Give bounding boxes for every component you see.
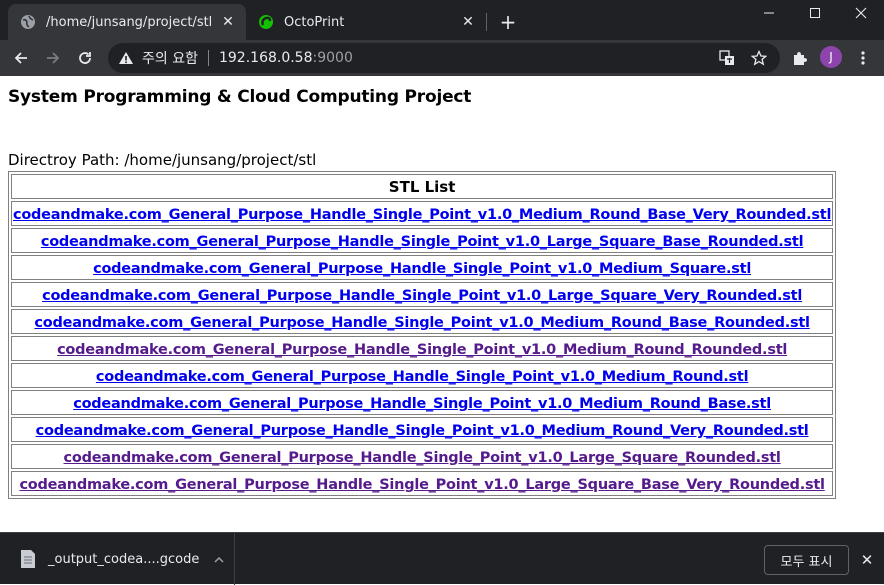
reload-icon[interactable] <box>72 45 98 71</box>
table-cell: codeandmake.com_General_Purpose_Handle_S… <box>11 201 834 226</box>
tab-title: OctoPrint <box>284 14 345 30</box>
stl-file-link[interactable]: codeandmake.com_General_Purpose_Handle_S… <box>93 261 751 277</box>
page-title: System Programming & Cloud Computing Pro… <box>8 87 472 107</box>
tab-octoprint[interactable]: OctoPrint ✕ <box>246 4 486 40</box>
stl-file-link[interactable]: codeandmake.com_General_Purpose_Handle_S… <box>64 450 781 466</box>
kebab-menu-icon[interactable] <box>852 47 874 69</box>
table-cell: codeandmake.com_General_Purpose_Handle_S… <box>11 363 834 388</box>
url-host: 192.168.0.58 <box>218 50 313 66</box>
stl-file-link[interactable]: codeandmake.com_General_Purpose_Handle_S… <box>13 207 831 223</box>
minimize-button[interactable] <box>746 0 792 26</box>
table-header: STL List <box>11 174 834 199</box>
translate-icon[interactable] <box>718 49 736 67</box>
show-all-button[interactable]: 모두 표시 <box>764 545 849 575</box>
warning-triangle-icon[interactable] <box>118 50 136 66</box>
arrow-left-icon[interactable] <box>8 45 34 71</box>
stl-file-link[interactable]: codeandmake.com_General_Purpose_Handle_S… <box>34 315 810 331</box>
table-row: codeandmake.com_General_Purpose_Handle_S… <box>11 336 834 361</box>
table-row: codeandmake.com_General_Purpose_Handle_S… <box>11 255 834 280</box>
table-row: codeandmake.com_General_Purpose_Handle_S… <box>11 282 834 307</box>
file-icon <box>21 550 35 568</box>
close-tab-icon[interactable]: ✕ <box>460 14 476 30</box>
address-separator <box>207 50 209 66</box>
url-port: :9000 <box>312 50 353 66</box>
download-item[interactable]: _output_codea....gcode <box>0 533 235 585</box>
star-icon[interactable] <box>750 49 768 67</box>
stl-file-link[interactable]: codeandmake.com_General_Purpose_Handle_S… <box>42 288 802 304</box>
stl-list-table: STL List codeandmake.com_General_Purpose… <box>8 171 837 499</box>
table-row: codeandmake.com_General_Purpose_Handle_S… <box>11 228 834 253</box>
puzzle-icon[interactable] <box>788 47 810 69</box>
table-cell: codeandmake.com_General_Purpose_Handle_S… <box>11 444 834 469</box>
table-cell: codeandmake.com_General_Purpose_Handle_S… <box>11 471 834 496</box>
address-bar[interactable]: 주의 요함 192.168.0.58 :9000 <box>108 43 780 73</box>
tab-stl-directory[interactable]: /home/junsang/project/stl ✕ <box>8 4 246 40</box>
octoprint-logo-icon <box>258 14 274 30</box>
browser-tab-bar: /home/junsang/project/stl ✕ OctoPrint ✕ … <box>0 0 884 40</box>
directory-path: /home/junsang/project/stl <box>124 151 317 169</box>
tab-separator <box>486 13 487 31</box>
stl-list-body: codeandmake.com_General_Purpose_Handle_S… <box>11 201 834 496</box>
profile-avatar[interactable]: J <box>820 46 842 68</box>
directory-label: Directroy Path: <box>8 151 120 169</box>
close-window-button[interactable] <box>838 0 884 26</box>
table-row: codeandmake.com_General_Purpose_Handle_S… <box>11 363 834 388</box>
table-cell: codeandmake.com_General_Purpose_Handle_S… <box>11 282 834 307</box>
maximize-button[interactable] <box>792 0 838 26</box>
arrow-right-icon[interactable] <box>40 45 66 71</box>
tab-title: /home/junsang/project/stl <box>46 14 213 30</box>
table-row: codeandmake.com_General_Purpose_Handle_S… <box>11 390 834 415</box>
stl-file-link[interactable]: codeandmake.com_General_Purpose_Handle_S… <box>73 396 771 412</box>
table-cell: codeandmake.com_General_Purpose_Handle_S… <box>11 417 834 442</box>
browser-toolbar: 주의 요함 192.168.0.58 :9000 <box>0 40 884 76</box>
table-cell: codeandmake.com_General_Purpose_Handle_S… <box>11 228 834 253</box>
page-content: System Programming & Cloud Computing Pro… <box>0 76 884 532</box>
table-row: codeandmake.com_General_Purpose_Handle_S… <box>11 201 834 226</box>
stl-file-link[interactable]: codeandmake.com_General_Purpose_Handle_S… <box>19 477 825 493</box>
globe-icon <box>20 14 36 30</box>
download-file-name: _output_codea....gcode <box>48 551 200 567</box>
table-cell: codeandmake.com_General_Purpose_Handle_S… <box>11 255 834 280</box>
table-row: codeandmake.com_General_Purpose_Handle_S… <box>11 471 834 496</box>
chevron-up-icon[interactable] <box>204 552 234 566</box>
stl-file-link[interactable]: codeandmake.com_General_Purpose_Handle_S… <box>41 234 804 250</box>
security-status-text[interactable]: 주의 요함 <box>142 48 198 68</box>
stl-file-link[interactable]: codeandmake.com_General_Purpose_Handle_S… <box>36 423 809 439</box>
table-row: codeandmake.com_General_Purpose_Handle_S… <box>11 309 834 334</box>
table-header-row: STL List <box>11 174 834 199</box>
table-row: codeandmake.com_General_Purpose_Handle_S… <box>11 417 834 442</box>
stl-file-link[interactable]: codeandmake.com_General_Purpose_Handle_S… <box>96 369 749 385</box>
table-cell: codeandmake.com_General_Purpose_Handle_S… <box>11 309 834 334</box>
table-row: codeandmake.com_General_Purpose_Handle_S… <box>11 444 834 469</box>
close-tab-icon[interactable]: ✕ <box>220 14 236 30</box>
table-cell: codeandmake.com_General_Purpose_Handle_S… <box>11 390 834 415</box>
download-bar: _output_codea....gcode 모두 표시 ✕ <box>0 532 884 585</box>
directory-path-line: Directroy Path: /home/junsang/project/st… <box>8 151 316 169</box>
table-cell: codeandmake.com_General_Purpose_Handle_S… <box>11 336 834 361</box>
new-tab-button[interactable]: + <box>496 10 520 34</box>
close-download-bar-icon[interactable]: ✕ <box>858 551 876 569</box>
stl-file-link[interactable]: codeandmake.com_General_Purpose_Handle_S… <box>57 342 787 358</box>
